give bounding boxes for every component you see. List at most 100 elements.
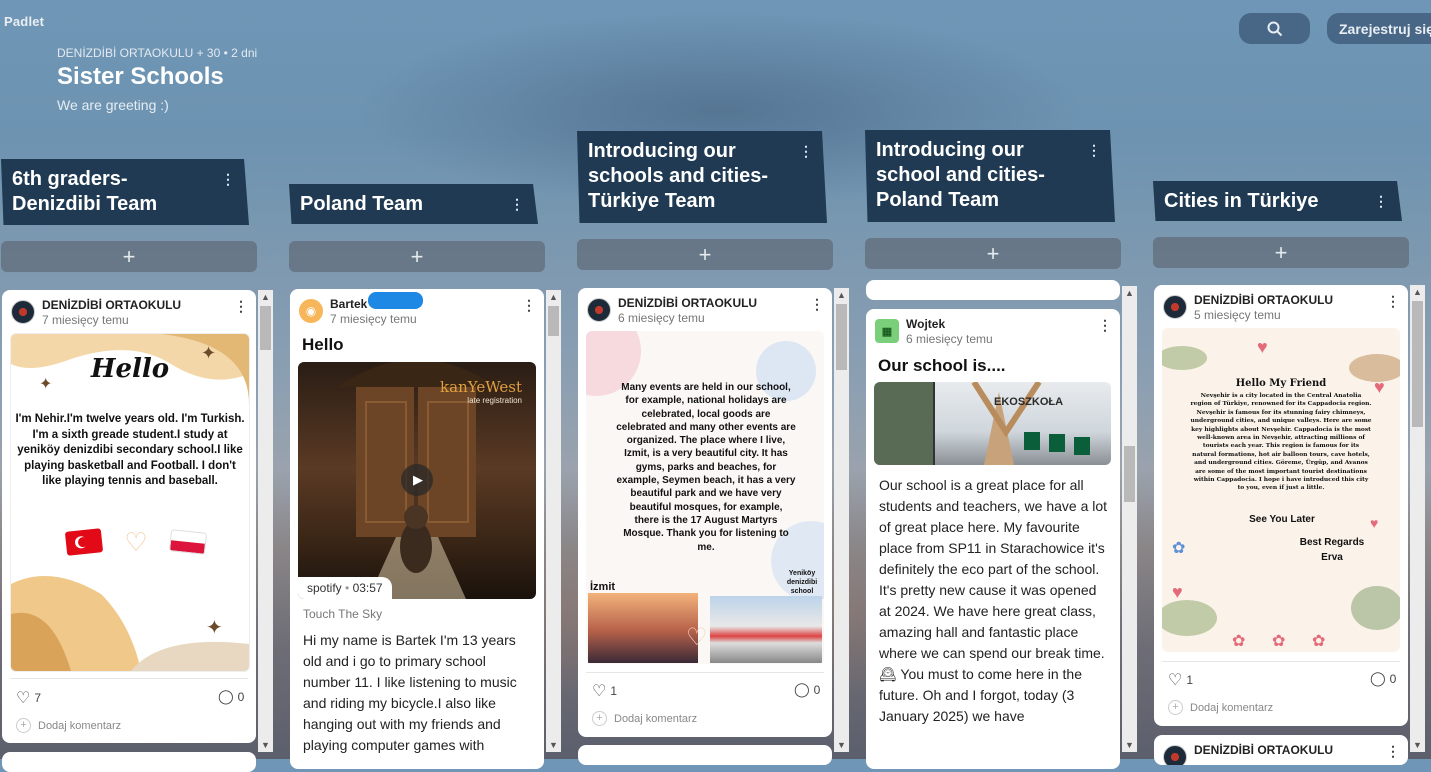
comment-button[interactable]: ◯ 0	[1370, 670, 1396, 687]
post-menu-icon[interactable]: ⋮	[810, 296, 824, 313]
board-subtitle: We are greeting :)	[57, 97, 169, 113]
column-menu-icon[interactable]: ⋮	[1087, 138, 1101, 163]
avatar: ◉	[299, 299, 323, 323]
column-menu-icon[interactable]: ⋮	[510, 192, 524, 217]
column-header-poland-school[interactable]: Introducing our school and cities- Polan…	[865, 130, 1115, 222]
add-post-button[interactable]: +	[1153, 237, 1409, 268]
post-time: 5 miesięcy temu	[1194, 308, 1281, 322]
post-image[interactable]: ♥ ♥ ♥ ♥ ✿ ✿ ✿ ✿ Hello My Friend Nevşehir…	[1162, 328, 1400, 652]
post-card[interactable]: ◉ Bartek 7 miesięcy temu ⋮ Hello kanYeWe…	[290, 289, 544, 769]
media-duration: 03:57	[352, 581, 383, 595]
post-menu-icon[interactable]: ⋮	[1386, 743, 1400, 760]
scroll-up-icon[interactable]: ▲	[546, 292, 561, 302]
previous-post-card[interactable]	[866, 280, 1120, 300]
album-subtitle: late registration	[467, 396, 522, 405]
image-label-right: Yeniköy denizdibi school	[786, 570, 818, 595]
add-comment[interactable]: + Dodaj komentarz	[16, 718, 121, 733]
post-card[interactable]: DENİZDİBİ ORTAOKULU 7 miesięcy temu ⋮ ✦ …	[2, 290, 256, 743]
post-menu-icon[interactable]: ⋮	[1386, 293, 1400, 310]
column-header-6th-graders[interactable]: 6th graders- Denizdibi Team ⋮	[1, 159, 249, 225]
album-artist: kanYeWest	[440, 378, 522, 396]
plus-icon: +	[592, 711, 607, 726]
add-comment[interactable]: + Dodaj komentarz	[592, 711, 697, 726]
avatar	[1163, 745, 1187, 765]
register-button[interactable]: Zarejestruj się	[1327, 13, 1431, 44]
next-post-card[interactable]: DENİZDİBİ ORTAOKULU ⋮	[1154, 735, 1408, 765]
post-time: 7 miesięcy temu	[330, 312, 417, 326]
post-title: Our school is....	[878, 356, 1006, 375]
post-menu-icon[interactable]: ⋮	[522, 297, 536, 314]
post-author: DENİZDİBİ ORTAOKULU	[1194, 743, 1334, 757]
svg-text:✿: ✿	[1232, 633, 1245, 650]
scroll-up-icon[interactable]: ▲	[1410, 287, 1425, 297]
column-scrollbar[interactable]: ▲ ▼	[546, 290, 561, 752]
heart-hands-icon: ♡	[686, 624, 708, 651]
add-post-button[interactable]: +	[865, 238, 1121, 269]
scroll-thumb[interactable]	[836, 304, 847, 370]
post-title: Hello	[302, 335, 344, 354]
add-comment-label: Dodaj komentarz	[38, 719, 122, 732]
scroll-down-icon[interactable]: ▼	[834, 740, 849, 750]
album-cover[interactable]: kanYeWest late registration ▶ spotify • …	[298, 362, 536, 599]
column-header-poland-team[interactable]: Poland Team ⋮	[289, 184, 538, 224]
column-menu-icon[interactable]: ⋮	[1374, 189, 1388, 214]
scroll-down-icon[interactable]: ▼	[546, 740, 561, 750]
column-scrollbar[interactable]: ▲ ▼	[834, 288, 849, 752]
user-icon: ▦	[881, 325, 893, 338]
add-comment[interactable]: + Dodaj komentarz	[1168, 700, 1273, 715]
scroll-down-icon[interactable]: ▼	[258, 740, 273, 750]
comment-button[interactable]: ◯ 0	[794, 681, 820, 698]
like-button[interactable]: ♡ 7	[16, 688, 41, 708]
add-comment-label: Dodaj komentarz	[1190, 701, 1274, 714]
plus-icon: +	[1168, 700, 1183, 715]
add-post-button[interactable]: +	[289, 241, 545, 272]
add-post-button[interactable]: +	[1, 241, 257, 272]
add-post-button[interactable]: +	[577, 239, 833, 270]
post-menu-icon[interactable]: ⋮	[1098, 317, 1112, 334]
next-post-card[interactable]	[578, 745, 832, 765]
column-scrollbar[interactable]: ▲ ▼	[258, 290, 273, 752]
comment-icon: ◯	[1370, 670, 1386, 686]
scroll-thumb[interactable]	[548, 306, 559, 336]
scroll-up-icon[interactable]: ▲	[834, 290, 849, 300]
post-time: 7 miesięcy temu	[42, 313, 129, 327]
post-card[interactable]: DENİZDİBİ ORTAOKULU 6 miesięcy temu ⋮ Ma…	[578, 288, 832, 737]
column-scrollbar[interactable]: ▲ ▼	[1122, 286, 1137, 752]
city-photo	[588, 593, 698, 663]
post-image[interactable]: Many events are held in our school, for …	[586, 331, 824, 664]
column-menu-icon[interactable]: ⋮	[221, 167, 235, 192]
column-menu-icon[interactable]: ⋮	[799, 139, 813, 164]
play-button[interactable]: ▶	[401, 464, 433, 496]
post-card[interactable]: ▦ Wojtek 6 miesięcy temu ⋮ Our school is…	[866, 309, 1120, 769]
scroll-up-icon[interactable]: ▲	[1122, 288, 1137, 298]
column-header-turkiye-team[interactable]: Introducing our schools and cities- Türk…	[577, 131, 827, 223]
post-card[interactable]: DENİZDİBİ ORTAOKULU 5 miesięcy temu ⋮ ♥ …	[1154, 285, 1408, 726]
post-menu-icon[interactable]: ⋮	[234, 298, 248, 315]
post-image[interactable]: ✦ ✦ ✦ Hello I'm Nehir.I'm twelve years o…	[10, 333, 250, 672]
comment-count: 0	[1389, 671, 1397, 686]
scroll-thumb[interactable]	[1412, 301, 1423, 427]
like-button[interactable]: ♡ 1	[1168, 670, 1193, 690]
hall-photo	[874, 382, 1090, 465]
scroll-down-icon[interactable]: ▼	[1122, 740, 1137, 750]
svg-text:✿: ✿	[1172, 540, 1185, 557]
post-image[interactable]: EKOSZKOŁA	[874, 382, 1111, 465]
play-icon: ▶	[413, 472, 423, 487]
post-time: 6 miesięcy temu	[618, 311, 705, 325]
padlet-logo[interactable]: Padlet	[4, 14, 44, 29]
image-text: Nevşehir is a city located in the Centra…	[1190, 392, 1372, 492]
like-button[interactable]: ♡ 1	[592, 681, 617, 701]
comment-button[interactable]: ◯ 0	[218, 688, 244, 705]
scroll-up-icon[interactable]: ▲	[258, 292, 273, 302]
next-post-card[interactable]	[2, 752, 256, 772]
sign-text: EKOSZKOŁA	[994, 396, 1064, 408]
column-header-cities-turkiye[interactable]: Cities in Türkiye ⋮	[1153, 181, 1402, 221]
heart-hands-icon: ♡	[124, 527, 148, 557]
comment-count: 0	[813, 682, 821, 697]
scroll-thumb[interactable]	[260, 306, 271, 350]
scroll-down-icon[interactable]: ▼	[1410, 740, 1425, 750]
regards-text: Best Regards	[1299, 537, 1365, 548]
scroll-thumb[interactable]	[1124, 446, 1135, 502]
column-scrollbar[interactable]: ▲ ▼	[1410, 285, 1425, 752]
search-button[interactable]	[1239, 13, 1310, 44]
